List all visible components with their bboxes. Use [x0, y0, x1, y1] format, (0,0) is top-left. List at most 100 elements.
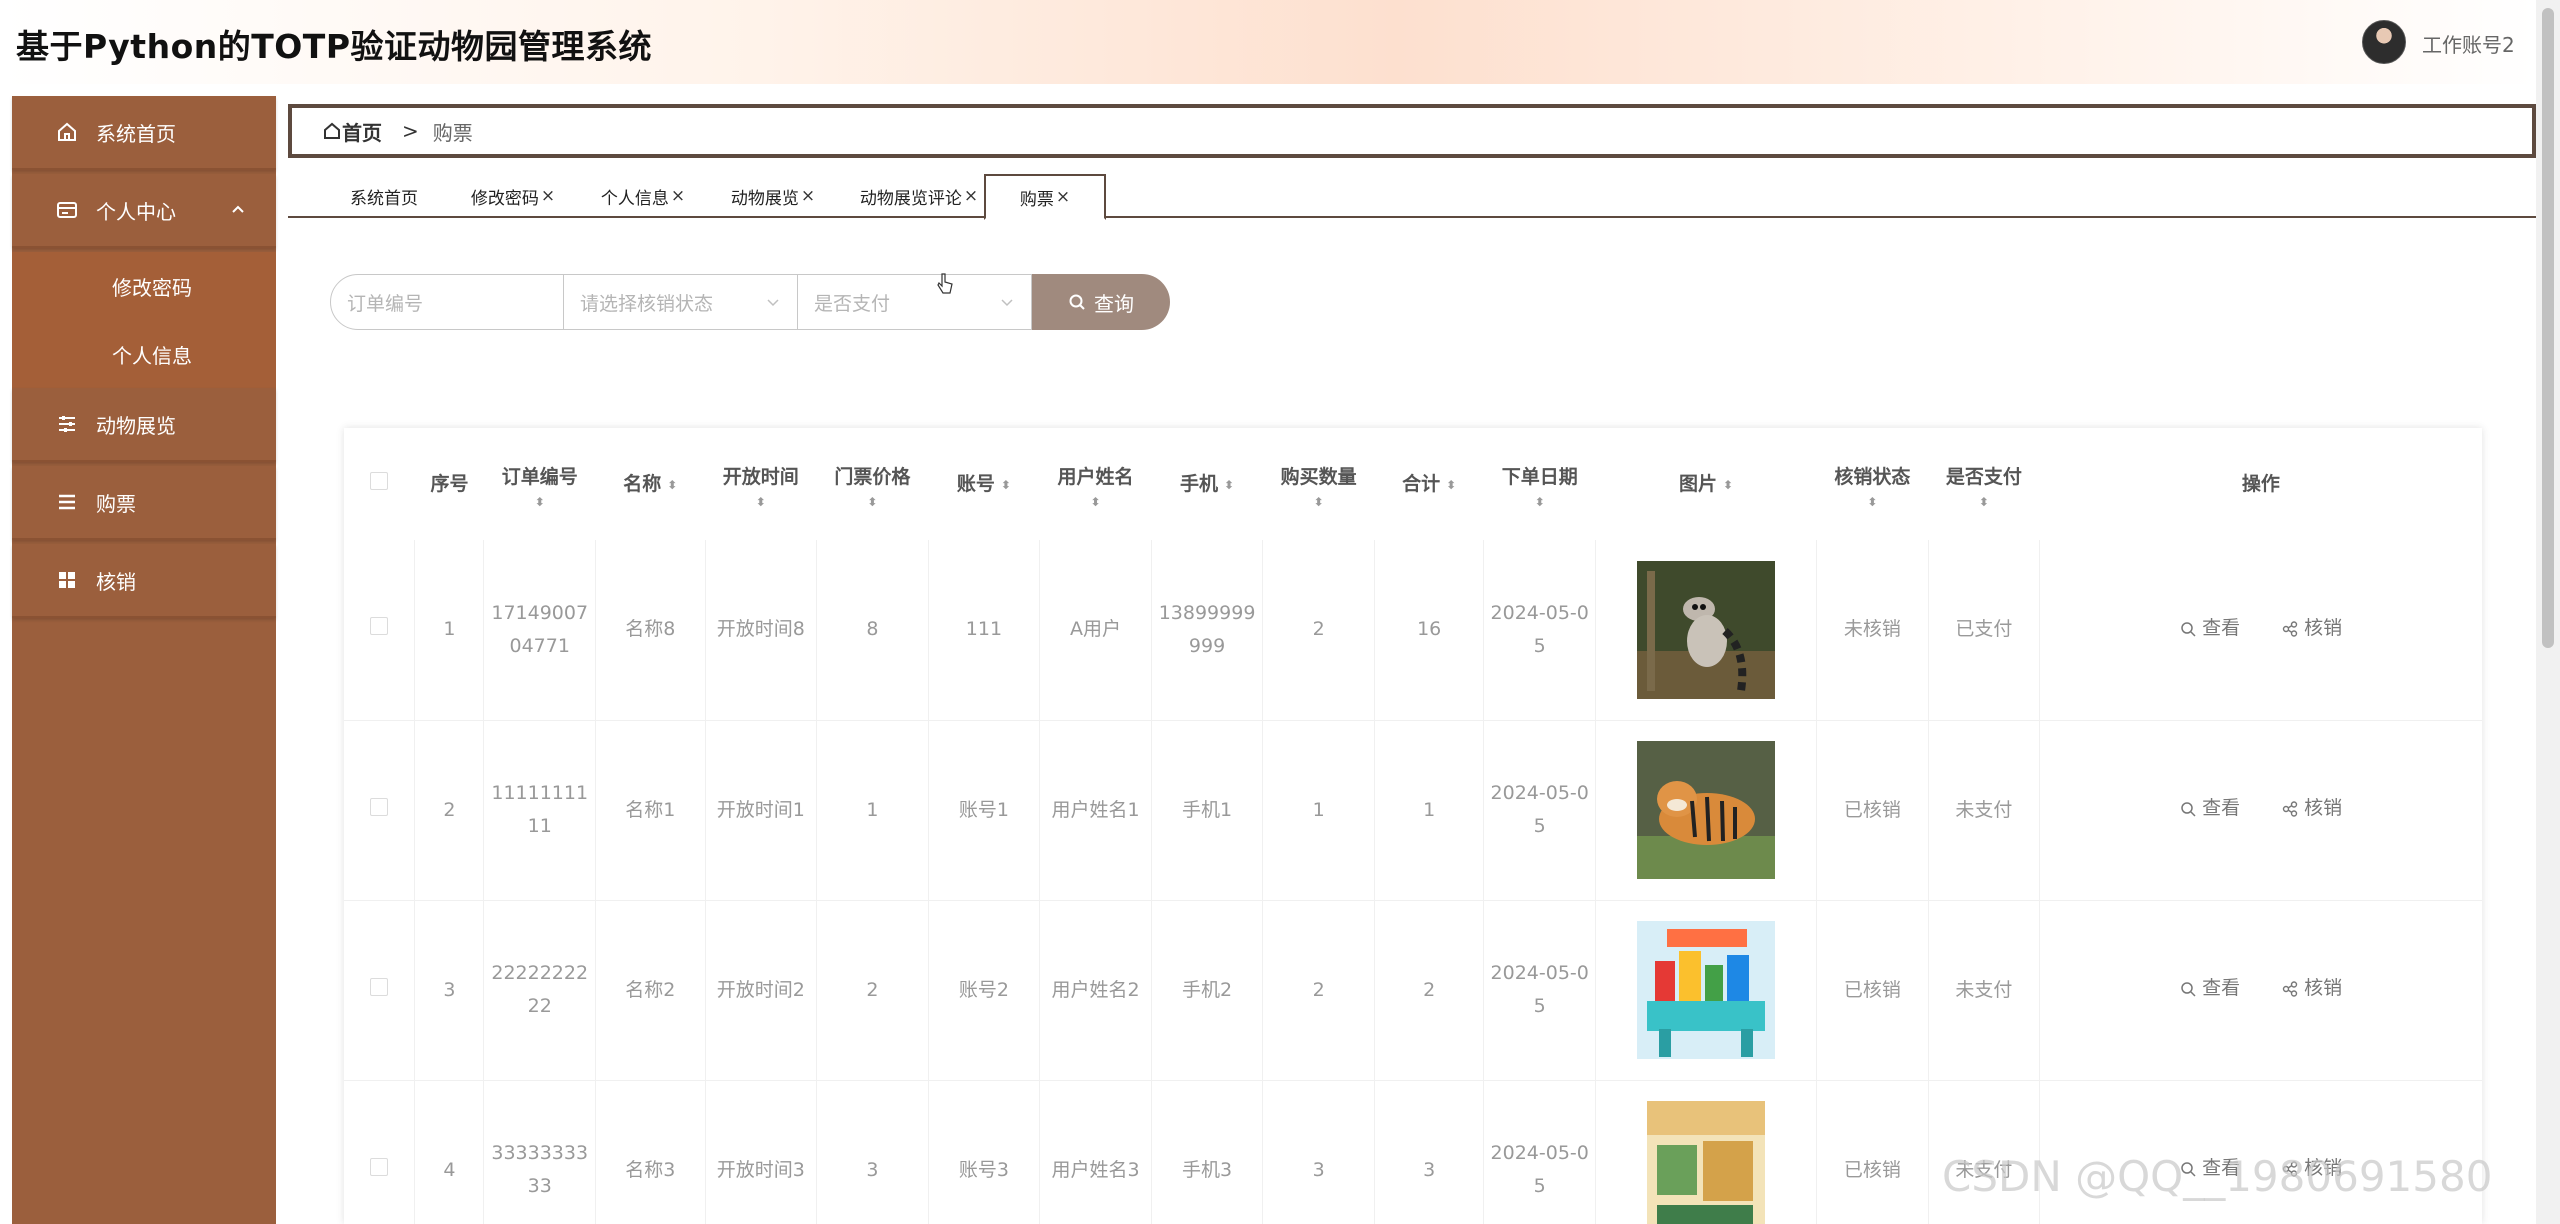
row-checkbox[interactable] — [370, 1157, 389, 1176]
view-button[interactable]: 查看 — [2180, 792, 2240, 825]
tab-personal-info[interactable]: 个人信息 × — [584, 174, 702, 218]
user-avatar[interactable] — [2362, 20, 2406, 64]
search-bar: 订单编号 请选择核销状态 是否支付 查询 — [330, 274, 1170, 330]
share-icon — [2282, 801, 2298, 817]
user-name[interactable]: 工作账号2 — [2422, 29, 2515, 58]
row-checkbox[interactable] — [370, 797, 389, 816]
col-header-verify-status[interactable]: 核销状态 ⬍ — [1817, 428, 1929, 540]
mouse-cursor — [936, 272, 954, 300]
tab-animal-exhibition[interactable]: 动物展览 × — [714, 174, 832, 218]
sidebar-item-profile[interactable]: 个人中心 — [12, 174, 276, 248]
verify-button[interactable]: 核销 — [2282, 612, 2342, 645]
sidebar-item-label: 购票 — [96, 491, 136, 516]
col-header-paid[interactable]: 是否支付 ⬍ — [1928, 428, 2040, 540]
cell-order-number: 3333333333 — [483, 1080, 596, 1224]
tab-bar: 系统首页 修改密码 × 个人信息 × 动物展览 × 动物展览评论 × 购票 × — [288, 174, 2536, 220]
cell-name: 名称8 — [595, 540, 706, 721]
sidebar-subitem-personal-info[interactable]: 个人信息 — [12, 320, 276, 388]
share-icon — [2282, 981, 2298, 997]
verify-button[interactable]: 核销 — [2282, 972, 2342, 1005]
sidebar-subitem-change-password[interactable]: 修改密码 — [12, 252, 276, 320]
sidebar-item-label: 动物展览 — [96, 413, 176, 438]
select-all-checkbox[interactable] — [370, 472, 389, 490]
sidebar-item-label: 核销 — [96, 569, 136, 594]
app-title: 基于Python的TOTP验证动物园管理系统 — [16, 27, 653, 66]
lemur-photo[interactable] — [1637, 560, 1776, 699]
col-header-open-time[interactable]: 开放时间 ⬍ — [705, 428, 817, 540]
view-button[interactable]: 查看 — [2180, 972, 2240, 1005]
cell-index: 4 — [414, 1080, 484, 1224]
paid-status-select[interactable]: 是否支付 — [798, 274, 1032, 330]
tab-tickets[interactable]: 购票 × — [984, 174, 1106, 220]
sort-icon: ⬍ — [867, 495, 878, 509]
tab-animal-comments[interactable]: 动物展览评论 × — [844, 174, 994, 218]
verify-status-select[interactable]: 请选择核销状态 — [564, 274, 798, 330]
view-button[interactable]: 查看 — [2180, 612, 2240, 645]
cell-order-date: 2024-05-05 — [1483, 900, 1596, 1081]
col-header-user-name[interactable]: 用户姓名 ⬍ — [1040, 428, 1152, 540]
cell-paid: 未支付 — [1927, 900, 2040, 1081]
row-checkbox[interactable] — [370, 617, 389, 636]
sort-icon: ⬍ — [1534, 495, 1545, 509]
cell-image[interactable] — [1594, 900, 1817, 1081]
tiger-photo[interactable] — [1637, 741, 1776, 879]
cell-user-name: 用户姓名3 — [1039, 1080, 1152, 1224]
verify-button[interactable]: 核销 — [2282, 792, 2342, 825]
close-icon[interactable]: × — [801, 186, 815, 206]
scrollbar-thumb[interactable] — [2542, 8, 2554, 648]
tab-home[interactable]: 系统首页 — [328, 174, 440, 218]
row-checkbox[interactable] — [370, 977, 389, 996]
sidebar-item-verify[interactable]: 核销 — [12, 544, 276, 618]
sort-icon: ⬍ — [1090, 495, 1101, 509]
cell-image[interactable] — [1594, 540, 1817, 721]
cell-name: 名称2 — [595, 900, 706, 1081]
col-header-image[interactable]: 图片 ⬍ — [1596, 428, 1817, 540]
table-row: 3 2222222222 名称2 开放时间2 2 账号2 用户姓名2 手机2 2 2 2024-05… — [344, 900, 2482, 1081]
col-header-order-date[interactable]: 下单日期 ⬍ — [1484, 428, 1596, 540]
cell-total: 3 — [1373, 1080, 1484, 1224]
book-cover-photo[interactable] — [1637, 1101, 1776, 1224]
paid-status-placeholder: 是否支付 — [814, 292, 891, 315]
tab-change-password[interactable]: 修改密码 × — [454, 174, 572, 218]
order-number-input[interactable]: 订单编号 — [330, 274, 564, 330]
tab-label: 修改密码 — [470, 188, 539, 209]
col-header-account[interactable]: 账号 ⬍ — [928, 428, 1040, 540]
col-header-quantity[interactable]: 购买数量 ⬍ — [1263, 428, 1375, 540]
sidebar-item-animal-exhibition[interactable]: 动物展览 — [12, 388, 276, 462]
sort-icon: ⬍ — [1000, 477, 1011, 492]
close-icon[interactable]: × — [1056, 187, 1070, 207]
cell-account: 账号3 — [927, 1080, 1040, 1224]
sort-icon: ⬍ — [755, 495, 766, 509]
close-icon[interactable]: × — [541, 186, 555, 206]
col-header-total[interactable]: 合计 ⬍ — [1374, 428, 1484, 540]
cell-image[interactable] — [1594, 1080, 1817, 1224]
cell-actions: 查看 核销 — [2039, 900, 2482, 1081]
search-icon — [2181, 802, 2196, 817]
cell-actions: 查看 核销 — [2039, 540, 2482, 721]
col-header-ticket-price[interactable]: 门票价格 ⬍ — [817, 428, 929, 540]
cell-paid: 已支付 — [1927, 540, 2040, 721]
cell-quantity: 1 — [1262, 720, 1375, 901]
sidebar-item-tickets[interactable]: 购票 — [12, 466, 276, 540]
cell-user-name: 用户姓名2 — [1039, 900, 1152, 1081]
breadcrumb-current: 购票 — [432, 120, 473, 145]
close-icon[interactable]: × — [671, 186, 685, 206]
close-icon[interactable]: × — [964, 186, 978, 206]
app-header: 基于Python的TOTP验证动物园管理系统 工作账号2 — [0, 0, 2536, 84]
col-header-name[interactable]: 名称 ⬍ — [596, 428, 706, 540]
sidebar-item-home[interactable]: 系统首页 — [12, 96, 276, 170]
cell-name: 名称3 — [595, 1080, 706, 1224]
cell-index: 1 — [414, 540, 484, 721]
col-header-phone[interactable]: 手机 ⬍ — [1151, 428, 1263, 540]
col-header-order-number[interactable]: 订单编号 ⬍ — [484, 428, 596, 540]
sort-icon: ⬍ — [1224, 477, 1235, 492]
toy-blocks-photo[interactable] — [1637, 921, 1776, 1059]
chevron-down-icon — [765, 293, 781, 315]
verify-status-placeholder: 请选择核销状态 — [580, 292, 714, 315]
row-checkbox-cell — [344, 900, 415, 1081]
search-button[interactable]: 查询 — [1032, 274, 1170, 330]
sort-icon: ⬍ — [1446, 477, 1457, 492]
cell-order-number: 1714900704771 — [483, 540, 596, 721]
breadcrumb-home[interactable]: 首页 — [322, 117, 382, 146]
cell-image[interactable] — [1594, 720, 1817, 901]
